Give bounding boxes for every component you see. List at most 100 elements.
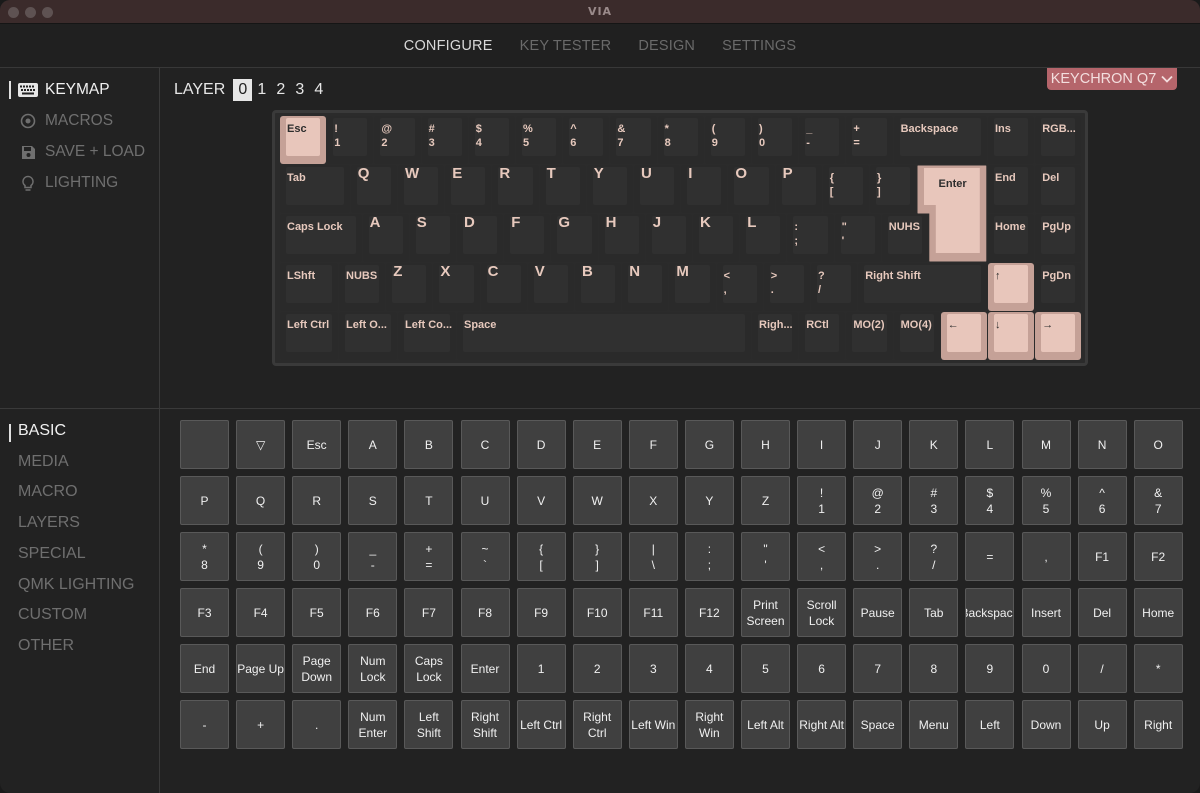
key-symbol[interactable]: + = — [846, 116, 893, 164]
key-mo-4[interactable]: MO(4) — [893, 312, 940, 360]
keycode-r[interactable]: R — [292, 476, 342, 525]
key-left-co[interactable]: Left Co... — [398, 312, 456, 360]
keycode-d[interactable]: D — [516, 420, 566, 469]
key-symbol[interactable]: { [ — [822, 165, 869, 213]
key-7[interactable]: & 7 — [610, 116, 657, 164]
key-5[interactable]: % 5 — [516, 116, 563, 164]
keycode-symbol-4-17[interactable]: * — [1133, 644, 1183, 693]
keycode-symbol-2-12[interactable]: > . — [853, 532, 903, 581]
category-custom[interactable]: CUSTOM — [18, 606, 87, 624]
key-d[interactable]: D — [457, 214, 504, 262]
keycode-t[interactable]: T — [404, 476, 454, 525]
category-special[interactable]: SPECIAL — [18, 545, 86, 563]
tab-settings[interactable]: SETTINGS — [722, 38, 796, 54]
sidebar-item-lighting[interactable]: LIGHTING — [0, 171, 159, 195]
layer-2-button[interactable]: 2 — [271, 79, 290, 101]
key-1[interactable]: ! 1 — [327, 116, 374, 164]
keycode-enter[interactable]: Enter — [460, 644, 510, 693]
key-symbol[interactable]: ? / — [811, 263, 858, 311]
keycode-right-win[interactable]: Right Win — [684, 700, 734, 749]
keycode-backspace[interactable]: Backspace — [965, 588, 1015, 637]
key-symbol[interactable]: > . — [763, 263, 810, 311]
key-enter[interactable]: Enter — [917, 165, 988, 263]
keycode-6[interactable]: 6 — [797, 644, 847, 693]
key-s[interactable]: S — [409, 214, 456, 262]
keycode-0[interactable]: 0 — [1021, 644, 1071, 693]
key-lshft[interactable]: LShft — [280, 263, 338, 311]
keycode-symbol-2-8[interactable]: | \ — [628, 532, 678, 581]
keycode-4[interactable]: $ 4 — [965, 476, 1015, 525]
key-j[interactable]: J — [645, 214, 692, 262]
keycode-2[interactable]: @ 2 — [853, 476, 903, 525]
keycode-end[interactable]: End — [180, 644, 229, 693]
keycode-right-alt[interactable]: Right Alt — [797, 700, 847, 749]
keycode-3[interactable]: # 3 — [909, 476, 959, 525]
key-o[interactable]: O — [728, 165, 775, 213]
key-symbol[interactable]: → — [1035, 312, 1082, 360]
keycode-k[interactable]: K — [909, 420, 959, 469]
category-basic[interactable]: BASIC — [18, 422, 66, 440]
key-tab[interactable]: Tab — [280, 165, 350, 213]
key-h[interactable]: H — [598, 214, 645, 262]
key-x[interactable]: X — [433, 263, 480, 311]
keycode-symbol-5-0[interactable]: - — [180, 700, 229, 749]
keycode-f8[interactable]: F8 — [460, 588, 510, 637]
keycode-left[interactable]: Left — [965, 700, 1015, 749]
keycode-symbol-2-7[interactable]: } ] — [572, 532, 622, 581]
keycode-page-down[interactable]: Page Down — [292, 644, 342, 693]
keycode-left-win[interactable]: Left Win — [628, 700, 678, 749]
key-righ[interactable]: Righ... — [752, 312, 799, 360]
keycode-4[interactable]: 4 — [684, 644, 734, 693]
keycode-9[interactable]: 9 — [965, 644, 1015, 693]
keycode-symbol-4-16[interactable]: / — [1077, 644, 1127, 693]
keycode-f11[interactable]: F11 — [628, 588, 678, 637]
key-ins[interactable]: Ins — [988, 116, 1035, 164]
keycode-9[interactable]: ( 9 — [236, 532, 286, 581]
keycode-b[interactable]: B — [404, 420, 454, 469]
keycode-1[interactable]: 1 — [516, 644, 566, 693]
keycode-1[interactable]: ! 1 — [797, 476, 847, 525]
keycode-f6[interactable]: F6 — [348, 588, 398, 637]
keycode-f4[interactable]: F4 — [236, 588, 286, 637]
keycode-symbol-2-5[interactable]: ~ ` — [460, 532, 510, 581]
key-home[interactable]: Home — [988, 214, 1035, 262]
keycode-f1[interactable]: F1 — [1077, 532, 1127, 581]
keycode-symbol-2-9[interactable]: : ; — [684, 532, 734, 581]
keycode-0[interactable]: ) 0 — [292, 532, 342, 581]
keycode-n[interactable]: N — [1077, 420, 1127, 469]
key-left-o[interactable]: Left O... — [339, 312, 397, 360]
keycode-l[interactable]: L — [965, 420, 1015, 469]
layer-3-button[interactable]: 3 — [290, 79, 309, 101]
keycode-7[interactable]: 7 — [853, 644, 903, 693]
keycode-h[interactable]: H — [741, 420, 790, 469]
keycode-8[interactable]: 8 — [909, 644, 959, 693]
keycode-a[interactable]: A — [348, 420, 398, 469]
keycode-scroll-lock[interactable]: Scroll Lock — [797, 588, 847, 637]
category-media[interactable]: MEDIA — [18, 453, 69, 471]
key-pgup[interactable]: PgUp — [1035, 214, 1082, 262]
keycode-g[interactable]: G — [684, 420, 734, 469]
keycode-f2[interactable]: F2 — [1133, 532, 1183, 581]
keycode-symbol-2-6[interactable]: { [ — [516, 532, 566, 581]
key-m[interactable]: M — [669, 263, 716, 311]
key-9[interactable]: ( 9 — [704, 116, 751, 164]
keycode-v[interactable]: V — [516, 476, 566, 525]
keycode-f12[interactable]: F12 — [684, 588, 734, 637]
keycode-tab[interactable]: Tab — [909, 588, 959, 637]
keycode-3[interactable]: 3 — [628, 644, 678, 693]
keycode-left-alt[interactable]: Left Alt — [741, 700, 790, 749]
category-other[interactable]: OTHER — [18, 637, 74, 655]
keycode-symbol-2-14[interactable]: = — [965, 532, 1015, 581]
keycode-8[interactable]: * 8 — [180, 532, 229, 581]
keycode-blank[interactable] — [180, 420, 229, 469]
keyboard-selector-dropdown[interactable]: KEYCHRON Q7 — [1047, 68, 1177, 90]
keycode-right-shift[interactable]: Right Shift — [460, 700, 510, 749]
keycode-symbol-5-2[interactable]: . — [292, 700, 342, 749]
key-r[interactable]: R — [492, 165, 539, 213]
layer-0-button[interactable]: 0 — [233, 79, 253, 101]
keycode-symbol-2-13[interactable]: ? / — [909, 532, 959, 581]
keycode-print-screen[interactable]: Print Screen — [741, 588, 790, 637]
key-c[interactable]: C — [480, 263, 527, 311]
key-caps-lock[interactable]: Caps Lock — [280, 214, 362, 262]
keycode-num-lock[interactable]: Num Lock — [348, 644, 398, 693]
